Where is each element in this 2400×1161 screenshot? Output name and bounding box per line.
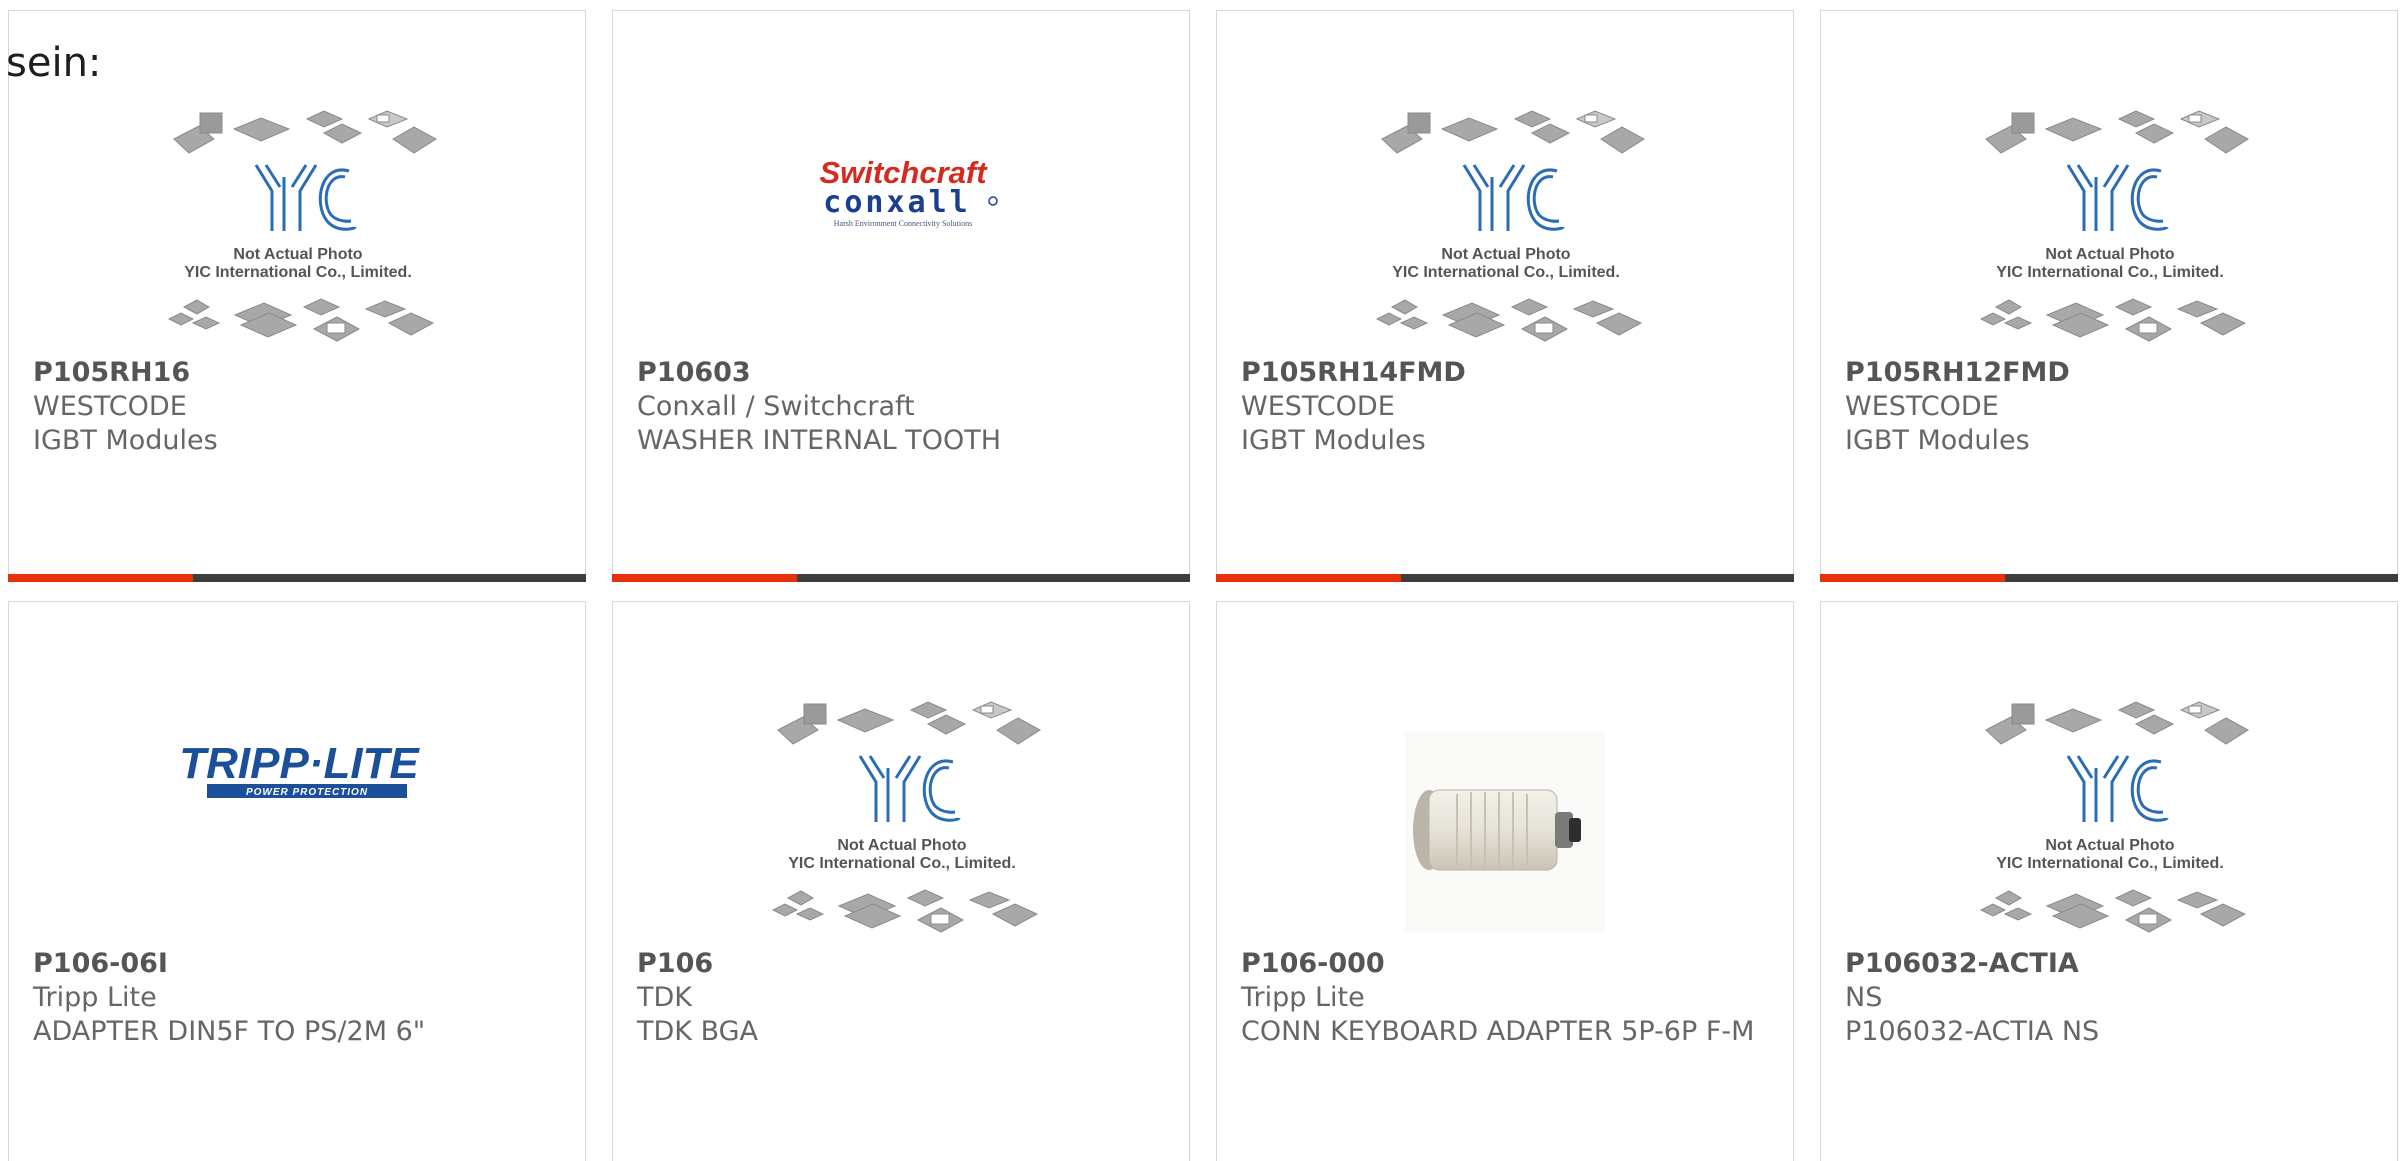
yic-placeholder-image: Not Actual Photo YIC International Co., … — [1979, 701, 2249, 933]
part-number-link[interactable]: P106032-ACTIA — [1845, 947, 2365, 981]
yic-placeholder-image: Not Actual Photo YIC International Co., … — [167, 110, 437, 342]
product-description: CONN KEYBOARD ADAPTER 5P-6P F-M — [1241, 1016, 1755, 1047]
card-accent-bar-fill — [1216, 574, 1401, 582]
product-info: P106-000 Tripp Lite CONN KEYBOARD ADAPTER … — [1241, 947, 1761, 1049]
product-image[interactable]: Not Actual Photo YIC International Co., … — [1217, 71, 1793, 351]
card-accent-bar-fill — [8, 574, 193, 582]
manufacturer-name: WESTCODE — [1241, 391, 1395, 422]
part-number-link[interactable]: P105RH16 — [33, 356, 553, 390]
product-grid-page: sein: Not Actual Photo YIC International… — [0, 0, 2400, 1161]
card-accent-bar-fill — [1820, 574, 2005, 582]
manufacturer-name: Tripp Lite — [33, 982, 157, 1013]
product-card[interactable]: TRIPP·LITE POWER PROTECTION P106-06I Trip… — [8, 601, 586, 1161]
manufacturer-name: Tripp Lite — [1241, 982, 1365, 1013]
product-description: ADAPTER DIN5F TO PS/2M 6" — [33, 1016, 426, 1047]
placeholder-caption: Not Actual Photo YIC International Co., … — [184, 246, 412, 281]
product-info: P106-06I Tripp Lite ADAPTER DIN5F TO PS/2M… — [33, 947, 553, 1049]
placeholder-caption: Not Actual Photo YIC International Co., … — [1996, 837, 2224, 872]
product-card[interactable]: Not Actual Photo YIC International Co., … — [8, 10, 586, 582]
product-image[interactable]: Not Actual Photo YIC International Co., … — [613, 662, 1189, 942]
product-info: P106 TDK TDK BGA — [637, 947, 1157, 1049]
part-number-link[interactable]: P105RH12FMD — [1845, 356, 2365, 390]
part-number-link[interactable]: P106-000 — [1241, 947, 1761, 981]
product-info: P105RH12FMD WESTCODE IGBT Modules — [1845, 356, 2365, 458]
card-accent-bar — [8, 574, 586, 582]
manufacturer-name: WESTCODE — [33, 391, 187, 422]
manufacturer-name: Conxall / Switchcraft — [637, 391, 915, 422]
product-info: P105RH16 WESTCODE IGBT Modules — [33, 356, 553, 458]
part-number-link[interactable]: P10603 — [637, 356, 1157, 390]
product-description: P106032-ACTIA NS — [1845, 1016, 2100, 1047]
card-accent-bar — [1216, 574, 1794, 582]
product-info: P105RH14FMD WESTCODE IGBT Modules — [1241, 356, 1761, 458]
svg-text:Not Actual Photo: Not Actual Photo — [2045, 837, 2174, 854]
product-description: IGBT Modules — [1241, 425, 1426, 456]
svg-text:YIC International Co., Limited: YIC International Co., Limited. — [788, 855, 1016, 872]
svg-text:Not Actual Photo: Not Actual Photo — [2045, 246, 2174, 263]
part-number-link[interactable]: P106-06I — [33, 947, 553, 981]
yic-placeholder-image: Not Actual Photo YIC International Co., … — [771, 701, 1041, 933]
svg-text:YIC International Co., Limited: YIC International Co., Limited. — [184, 264, 412, 281]
product-card[interactable]: Not Actual Photo YIC International Co., … — [612, 601, 1190, 1161]
svg-text:YIC International Co., Limited: YIC International Co., Limited. — [1392, 264, 1620, 281]
product-image[interactable]: Switchcraft conxall Harsh Environment Co… — [613, 71, 1189, 351]
placeholder-caption: Not Actual Photo YIC International Co., … — [1996, 246, 2224, 281]
tripplite-logo: TRIPP·LITE POWER PROTECTION — [179, 739, 420, 798]
svg-text:Not Actual Photo: Not Actual Photo — [233, 246, 362, 263]
product-image[interactable] — [1217, 662, 1793, 942]
part-number-link[interactable]: P106 — [637, 947, 1157, 981]
product-image[interactable]: Not Actual Photo YIC International Co., … — [9, 71, 585, 351]
product-description: WASHER INTERNAL TOOTH — [637, 425, 1002, 456]
part-number-link[interactable]: P105RH14FMD — [1241, 356, 1761, 390]
manufacturer-name: TDK — [637, 982, 692, 1013]
manufacturer-name: NS — [1845, 982, 1883, 1013]
card-accent-bar — [612, 574, 1190, 582]
svg-text:YIC International Co., Limited: YIC International Co., Limited. — [1996, 264, 2224, 281]
keyboard-adapter-photo — [1405, 732, 1605, 932]
product-card[interactable]: Not Actual Photo YIC International Co., … — [1820, 10, 2398, 582]
product-info: P106032-ACTIA NS P106032-ACTIA NS — [1845, 947, 2365, 1049]
card-accent-bar — [1820, 574, 2398, 582]
product-image[interactable]: Not Actual Photo YIC International Co., … — [1821, 71, 2397, 351]
product-info: P10603 Conxall / Switchcraft WASHER INTERN… — [637, 356, 1157, 458]
product-card[interactable]: Switchcraft conxall Harsh Environment Co… — [612, 10, 1190, 582]
svg-text:POWER PROTECTION: POWER PROTECTION — [246, 787, 368, 798]
product-description: IGBT Modules — [33, 425, 218, 456]
switchcraft-logo: Switchcraft conxall Harsh Environment Co… — [819, 155, 998, 228]
product-description: IGBT Modules — [1845, 425, 2030, 456]
card-accent-bar-fill — [612, 574, 797, 582]
manufacturer-name: WESTCODE — [1845, 391, 1999, 422]
placeholder-caption: Not Actual Photo YIC International Co., … — [788, 837, 1016, 872]
product-card[interactable]: Not Actual Photo YIC International Co., … — [1820, 601, 2398, 1161]
svg-text:Harsh Environment Connectivity: Harsh Environment Connectivity Solutions — [834, 219, 972, 228]
product-description: TDK BGA — [637, 1016, 759, 1047]
yic-placeholder-image: Not Actual Photo YIC International Co., … — [1375, 110, 1645, 342]
svg-text:Not Actual Photo: Not Actual Photo — [837, 837, 966, 854]
svg-text:TRIPP·LITE: TRIPP·LITE — [179, 739, 420, 788]
product-image[interactable]: TRIPP·LITE POWER PROTECTION — [9, 662, 585, 942]
svg-text:conxall: conxall — [823, 185, 970, 220]
product-card[interactable]: P106-000 Tripp Lite CONN KEYBOARD ADAPTER … — [1216, 601, 1794, 1161]
product-card[interactable]: Not Actual Photo YIC International Co., … — [1216, 10, 1794, 582]
svg-text:YIC International Co., Limited: YIC International Co., Limited. — [1996, 855, 2224, 872]
yic-placeholder-image: Not Actual Photo YIC International Co., … — [1979, 110, 2249, 342]
placeholder-caption: Not Actual Photo YIC International Co., … — [1392, 246, 1620, 281]
svg-text:Not Actual Photo: Not Actual Photo — [1441, 246, 1570, 263]
product-image[interactable]: Not Actual Photo YIC International Co., … — [1821, 662, 2397, 942]
intro-text: sein: — [6, 40, 102, 86]
